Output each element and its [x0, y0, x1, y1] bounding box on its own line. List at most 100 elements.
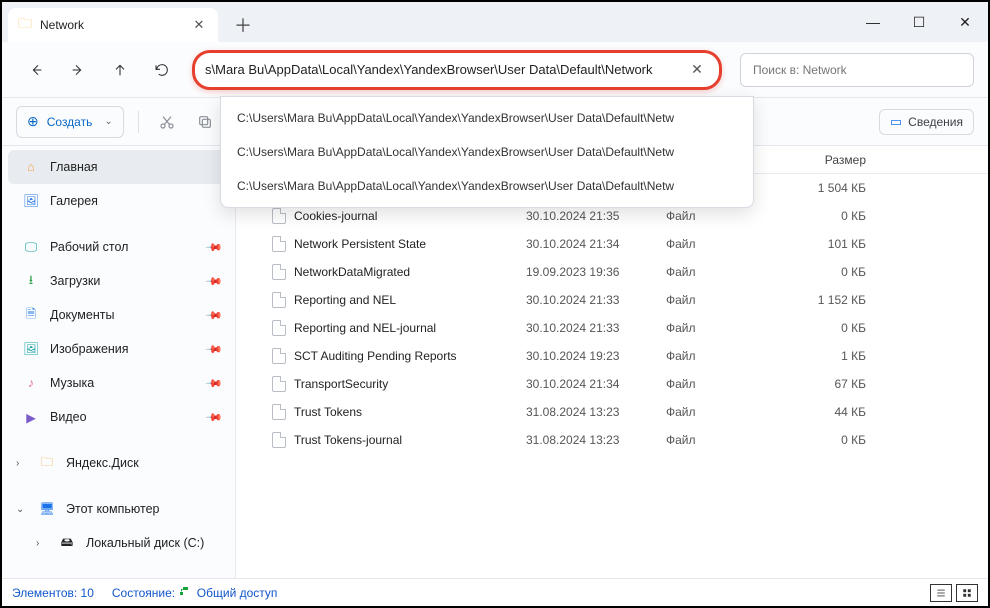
sidebar-item-label: Главная	[50, 160, 98, 174]
forward-button[interactable]	[60, 52, 96, 88]
file-type: Файл	[656, 293, 776, 307]
chevron-down-icon: ⌄	[104, 116, 112, 127]
plus-icon: ⊕	[27, 113, 39, 130]
file-size: 0 КБ	[776, 321, 896, 335]
table-row[interactable]: TransportSecurity 30.10.2024 21:34 Файл …	[236, 370, 988, 398]
view-buttons	[930, 584, 978, 602]
file-date: 30.10.2024 21:35	[516, 209, 656, 223]
file-name: Cookies-journal	[294, 209, 377, 223]
file-date: 30.10.2024 21:33	[516, 293, 656, 307]
table-row[interactable]: SCT Auditing Pending Reports 30.10.2024 …	[236, 342, 988, 370]
sidebar-item-label: Галерея	[50, 194, 98, 208]
table-row[interactable]: Network Persistent State 30.10.2024 21:3…	[236, 230, 988, 258]
sidebar-item-label: Локальный диск (C:)	[86, 536, 204, 550]
status-shared: Общий доступ	[197, 586, 278, 600]
file-icon	[272, 376, 286, 392]
details-label: Сведения	[908, 115, 963, 129]
folder-icon: 🗀	[18, 13, 32, 37]
suggestion-item[interactable]: C:\Users\Mara Bu\AppData\Local\Yandex\Ya…	[221, 169, 753, 203]
sidebar-item-downloads[interactable]: ⭳ Загрузки 📌	[2, 264, 235, 298]
cut-button[interactable]	[153, 108, 181, 136]
status-state-label: Состояние:	[112, 586, 175, 600]
copy-button[interactable]	[191, 108, 219, 136]
pin-icon: 📌	[205, 374, 224, 393]
file-date: 30.10.2024 19:23	[516, 349, 656, 363]
pin-icon: 📌	[205, 272, 224, 291]
pin-icon: 📌	[205, 306, 224, 325]
table-row[interactable]: NetworkDataMigrated 19.09.2023 19:36 Фай…	[236, 258, 988, 286]
sidebar-item-desktop[interactable]: 🖵 Рабочий стол 📌	[2, 230, 235, 264]
sidebar-item-gallery[interactable]: 🖼 Галерея	[2, 184, 235, 218]
file-size: 101 КБ	[776, 237, 896, 251]
view-details-button[interactable]	[930, 584, 952, 602]
address-bar[interactable]: ✕	[192, 50, 722, 90]
file-size: 1 504 КБ	[776, 181, 896, 195]
sidebar-item-pictures[interactable]: 🖼 Изображения 📌	[2, 332, 235, 366]
file-size: 0 КБ	[776, 209, 896, 223]
sidebar-item-yadisk[interactable]: › 🗀 Яндекс.Диск	[2, 446, 235, 480]
details-button[interactable]: ▭ Сведения	[879, 109, 974, 135]
status-elements: Элементов: 10	[12, 586, 94, 600]
desktop-icon: 🖵	[22, 238, 40, 256]
view-icons-button[interactable]	[956, 584, 978, 602]
close-button[interactable]: ✕	[942, 2, 988, 42]
file-date: 30.10.2024 21:34	[516, 237, 656, 251]
share-icon	[178, 585, 190, 597]
sidebar-item-documents[interactable]: 🗎 Документы 📌	[2, 298, 235, 332]
sidebar-item-music[interactable]: ♪ Музыка 📌	[2, 366, 235, 400]
chevron-icon[interactable]: ›	[16, 458, 28, 469]
sidebar-item-home[interactable]: ⌂ Главная	[8, 150, 229, 184]
sidebar-item-label: Видео	[50, 410, 87, 424]
music-icon: ♪	[22, 374, 40, 392]
table-row[interactable]: Trust Tokens-journal 31.08.2024 13:23 Фа…	[236, 426, 988, 454]
sidebar-item-label: Этот компьютер	[66, 502, 159, 516]
sidebar-item-cdrive[interactable]: › 🖴 Локальный диск (C:)	[2, 526, 235, 560]
sidebar-item-label: Загрузки	[50, 274, 100, 288]
file-size: 0 КБ	[776, 265, 896, 279]
sidebar-item-videos[interactable]: ▶ Видео 📌	[2, 400, 235, 434]
file-date: 30.10.2024 21:34	[516, 377, 656, 391]
back-button[interactable]	[18, 52, 54, 88]
file-icon	[272, 292, 286, 308]
tab-network[interactable]: 🗀 Network ✕	[8, 8, 218, 42]
suggestion-item[interactable]: C:\Users\Mara Bu\AppData\Local\Yandex\Ya…	[221, 135, 753, 169]
documents-icon: 🗎	[22, 306, 40, 324]
status-bar: Элементов: 10 Состояние: Общий доступ	[2, 578, 988, 606]
file-size: 1 КБ	[776, 349, 896, 363]
close-tab-button[interactable]: ✕	[190, 16, 208, 34]
explorer-window: 🗀 Network ✕ ＋ ― ☐ ✕ ✕	[0, 0, 990, 608]
downloads-icon: ⭳	[22, 272, 40, 290]
new-tab-button[interactable]: ＋	[226, 8, 260, 42]
file-name: Trust Tokens-journal	[294, 433, 402, 447]
divider	[138, 111, 139, 133]
pin-icon: 📌	[205, 408, 224, 427]
search-box[interactable]	[740, 53, 974, 87]
address-clear-button[interactable]: ✕	[687, 60, 707, 80]
maximize-button[interactable]: ☐	[896, 2, 942, 42]
minimize-button[interactable]: ―	[850, 2, 896, 42]
search-input[interactable]	[741, 63, 973, 77]
table-row[interactable]: Trust Tokens 31.08.2024 13:23 Файл 44 КБ	[236, 398, 988, 426]
file-type: Файл	[656, 265, 776, 279]
refresh-button[interactable]	[144, 52, 180, 88]
suggestion-item[interactable]: C:\Users\Mara Bu\AppData\Local\Yandex\Ya…	[221, 101, 753, 135]
chevron-icon[interactable]: ›	[36, 538, 48, 549]
file-icon	[272, 348, 286, 364]
create-button[interactable]: ⊕ Создать ⌄	[16, 106, 124, 138]
address-input[interactable]	[205, 62, 679, 77]
chevron-icon[interactable]: ⌄	[16, 504, 28, 515]
col-size[interactable]: Размер	[776, 153, 896, 167]
file-type: Файл	[656, 237, 776, 251]
file-type: Файл	[656, 349, 776, 363]
file-name: Reporting and NEL	[294, 293, 396, 307]
sidebar-item-thispc[interactable]: ⌄ 🖥 Этот компьютер	[2, 492, 235, 526]
up-button[interactable]	[102, 52, 138, 88]
table-row[interactable]: Reporting and NEL 30.10.2024 21:33 Файл …	[236, 286, 988, 314]
table-row[interactable]: Reporting and NEL-journal 30.10.2024 21:…	[236, 314, 988, 342]
file-date: 30.10.2024 21:33	[516, 321, 656, 335]
file-name: Trust Tokens	[294, 405, 362, 419]
file-size: 0 КБ	[776, 433, 896, 447]
file-name: Network Persistent State	[294, 237, 426, 251]
file-icon	[272, 320, 286, 336]
address-suggestions: C:\Users\Mara Bu\AppData\Local\Yandex\Ya…	[220, 96, 754, 208]
